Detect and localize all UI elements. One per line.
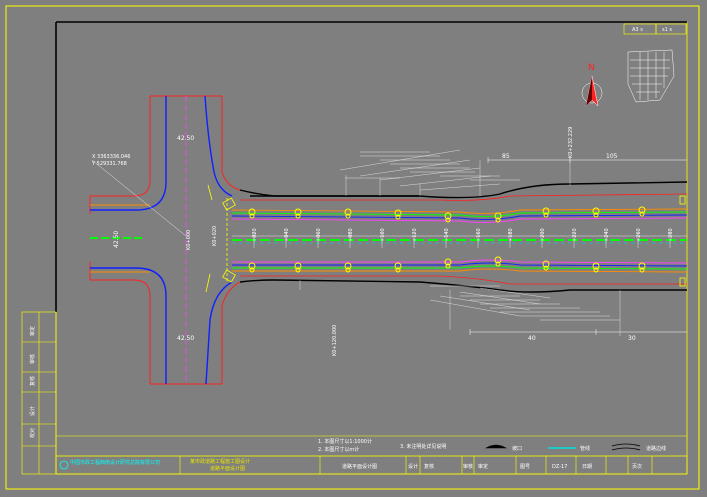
cross-width-label: 42.50 <box>113 231 120 248</box>
legend-item-2: 管线 <box>580 445 590 452</box>
page-label: 页次 <box>632 463 642 470</box>
station-label: +100 <box>380 228 386 242</box>
bottom-road-width: 42.50 <box>177 335 194 342</box>
left-arm-lanes <box>90 204 150 273</box>
left-strip-row-5: 校对 <box>29 428 36 438</box>
station-label: +220 <box>572 228 578 242</box>
company-name: 中国市政工程西南设计研究总院有限公司 <box>70 459 160 466</box>
station-label: +060 <box>316 228 322 242</box>
legend-item-1: 坡口 <box>512 445 522 452</box>
road-plan-drawing: A3 s s1 s N 42.50 42.50 42.50 K0+000 K0+… <box>5 5 700 490</box>
project-line-1: 某市政道路工程施工图设计 <box>190 458 250 465</box>
key-map <box>627 49 675 103</box>
legend-item-3: 道路边线 <box>646 445 666 452</box>
dim-40: 40 <box>528 335 536 342</box>
top-road-width: 42.50 <box>177 135 194 142</box>
left-strip-row-3: 复核 <box>29 376 36 386</box>
check-label: 复核 <box>424 463 434 470</box>
sheet-outer-frame <box>5 5 700 490</box>
legend-symbol-1 <box>484 444 508 449</box>
left-strip-row-1: 审定 <box>29 326 36 336</box>
design-label: 设计 <box>408 463 418 470</box>
company-logo <box>59 460 69 470</box>
drawing-no: DZ-17 <box>552 464 567 470</box>
approve-label: 审定 <box>478 463 488 470</box>
review-label: 审核 <box>463 463 473 470</box>
legend-symbol-3 <box>611 443 641 451</box>
coord-leader <box>91 159 187 237</box>
note-1: 1. 本图尺寸以1:1000计 <box>318 438 372 445</box>
dim-85: 85 <box>502 153 510 160</box>
station-label: +140 <box>444 228 450 242</box>
station-label: +020 <box>252 228 258 242</box>
station-label: +280 <box>668 228 674 242</box>
left-strip-row-2: 审核 <box>29 354 36 364</box>
station-label: +180 <box>508 228 514 242</box>
drawing-no-label: 图号 <box>520 464 530 470</box>
dim-105: 105 <box>606 153 618 160</box>
station-label: +080 <box>348 228 354 242</box>
station-label: +260 <box>636 228 642 242</box>
coord-label-2: Y 529331.768 <box>91 161 127 167</box>
coord-label-1: X 3363336.046 <box>92 154 130 160</box>
side-text-left: K0+000 <box>186 230 192 250</box>
dim-30: 30 <box>628 335 636 342</box>
side-text-right: K0+020 <box>212 226 218 246</box>
project-line-2: 道路平面设计图 <box>210 465 245 472</box>
vertical-chainage-top: K0+232.229 <box>568 127 574 158</box>
station-label: +160 <box>476 228 482 242</box>
station-labels: +020 +040 +060 +080 +100 +120 +140 +160 +180 +200… <box>252 228 674 248</box>
scale-box-text: A3 s <box>632 27 643 33</box>
station-label: +240 <box>604 228 610 242</box>
station-label: +120 <box>412 228 418 242</box>
note-2: 2. 本图尺寸以m计 <box>318 446 359 453</box>
main-road-edges <box>239 181 688 293</box>
station-label: +040 <box>284 228 290 242</box>
sheet-box-text: s1 s <box>662 27 672 33</box>
drawing-title: 道路平面设计图 <box>342 463 377 470</box>
note-3: 3. 未注明处详见说明 <box>400 443 446 450</box>
cross-road-blue-lines <box>90 95 233 385</box>
left-title-strip <box>21 311 57 475</box>
station-label: +200 <box>540 228 546 242</box>
junction-markers <box>205 184 236 293</box>
vertical-chainage-bottom: K0+120.000 <box>332 325 338 356</box>
north-label: N <box>588 63 595 73</box>
date-label: 日期 <box>582 464 592 470</box>
north-arrow-icon <box>581 75 603 107</box>
left-strip-row-4: 设计 <box>29 406 36 416</box>
